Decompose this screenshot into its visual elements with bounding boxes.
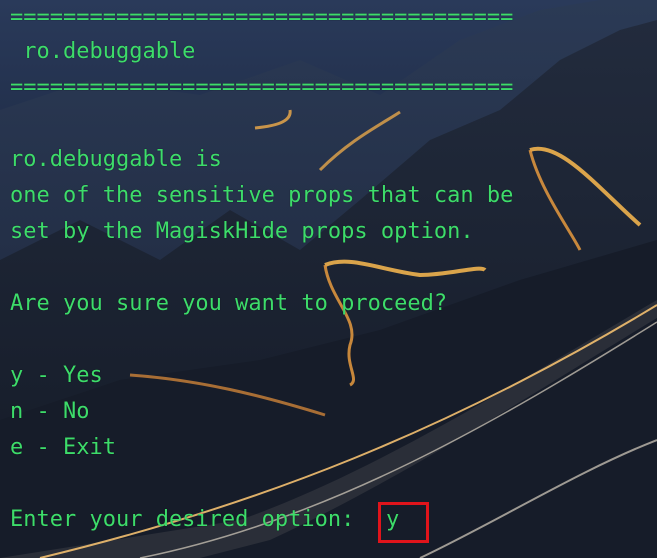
option-yes: y - Yes [10,363,103,388]
description-line: one of the sensitive props that can be [10,183,514,208]
prop-heading: ro.debuggable [10,39,196,64]
input-highlight-box [378,502,429,543]
description-line: set by the MagiskHide props option. [10,219,474,244]
separator-bottom: ====================================== [10,75,514,100]
terminal-output: ====================================== r… [0,0,657,558]
input-prompt: Enter your desired option: [10,507,368,532]
confirm-question: Are you sure you want to proceed? [10,291,448,316]
option-no: n - No [10,399,90,424]
separator-top: ====================================== [10,5,514,30]
option-exit: e - Exit [10,435,116,460]
description-line: ro.debuggable is [10,147,222,172]
